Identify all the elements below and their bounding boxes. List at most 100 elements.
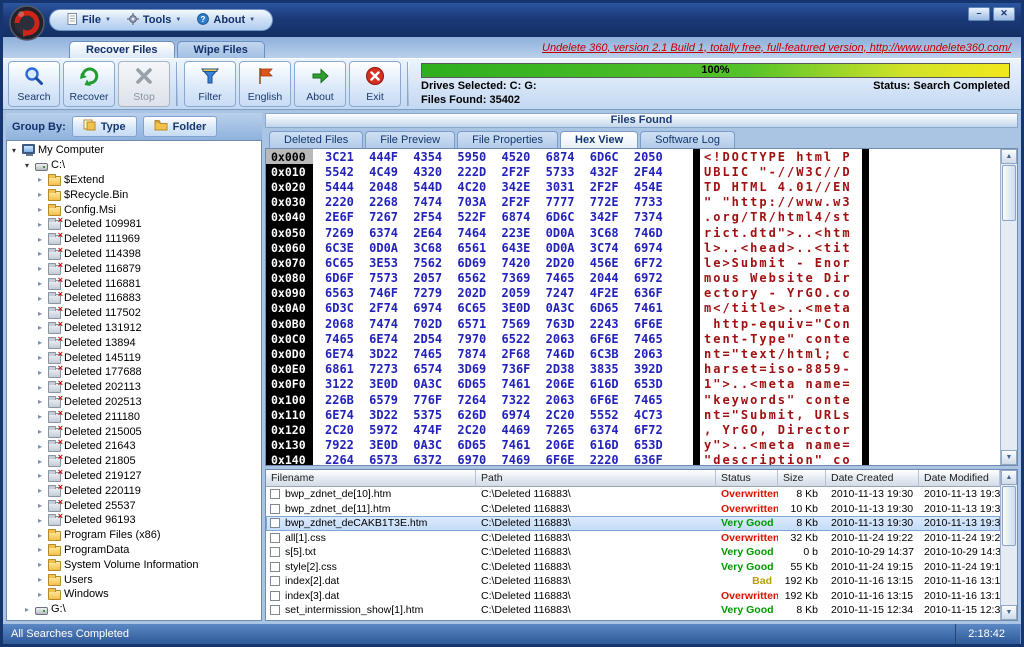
tree-item[interactable]: ▸ × Deleted 202513: [7, 395, 261, 410]
tab-hex-view[interactable]: Hex View: [560, 131, 638, 148]
table-row[interactable]: set_intermission_show[1].htm C:\Deleted …: [266, 603, 1000, 618]
table-row[interactable]: index[3].dat C:\Deleted 116883\ Overwrit…: [266, 589, 1000, 604]
tree-item[interactable]: ▸ $Recycle.Bin: [7, 187, 261, 202]
col-filename[interactable]: Filename: [266, 470, 476, 487]
tree-expander-icon[interactable]: ▸: [35, 220, 45, 229]
table-row[interactable]: bwp_zdnet_de[11].htm C:\Deleted 116883\ …: [266, 502, 1000, 517]
tree-item[interactable]: ▸ × Deleted 202113: [7, 380, 261, 395]
tree-expander-icon[interactable]: ▸: [35, 353, 45, 362]
menu-about[interactable]: ? About ▼: [190, 12, 262, 29]
tree-expander-icon[interactable]: ▸: [35, 442, 45, 451]
language-button[interactable]: English: [239, 61, 291, 107]
group-by-folder-button[interactable]: Folder: [143, 116, 218, 137]
table-row[interactable]: s[5].txt C:\Deleted 116883\ Very Good 0 …: [266, 545, 1000, 560]
tree-expander-icon[interactable]: ▸: [35, 397, 45, 406]
tree-item[interactable]: ▸ ProgramData: [7, 543, 261, 558]
close-button[interactable]: ✕: [993, 7, 1015, 21]
version-link[interactable]: Undelete 360, version 2.1 Build 1, total…: [542, 42, 1021, 54]
tree-expander-icon[interactable]: ▸: [35, 175, 45, 184]
folder-tree[interactable]: ▾ My Computer ▾ C:\ ▸ $Extend ▸ $Recycle…: [6, 140, 262, 621]
menu-tools[interactable]: Tools ▼: [120, 12, 188, 29]
tab-software-log[interactable]: Software Log: [640, 131, 735, 148]
tree-item[interactable]: ▸ Users: [7, 572, 261, 587]
table-row[interactable]: bwp_zdnet_deCAKB1T3E.htm C:\Deleted 1168…: [266, 516, 1000, 531]
row-checkbox[interactable]: [270, 489, 280, 499]
tree-item[interactable]: ▸ × Deleted 21805: [7, 454, 261, 469]
tree-expander-icon[interactable]: ▸: [35, 471, 45, 480]
tree-item[interactable]: ▸ × Deleted 145119: [7, 350, 261, 365]
tree-expander-icon[interactable]: ▸: [35, 560, 45, 569]
tree-expander-icon[interactable]: ▸: [35, 264, 45, 273]
table-scrollbar[interactable]: ▲ ▼: [1000, 470, 1017, 620]
tree-item[interactable]: ▸ System Volume Information: [7, 557, 261, 572]
tab-recover-files[interactable]: Recover Files: [69, 41, 175, 58]
tree-item[interactable]: ▸ × Deleted 13894: [7, 335, 261, 350]
tree-expander-icon[interactable]: ▸: [35, 294, 45, 303]
tree-item[interactable]: ▸ Windows: [7, 587, 261, 602]
row-checkbox[interactable]: [270, 518, 280, 528]
col-size[interactable]: Size: [778, 470, 826, 487]
tree-item[interactable]: ▸ × Deleted 109981: [7, 217, 261, 232]
tree-expander-icon[interactable]: ▸: [35, 205, 45, 214]
tab-file-properties[interactable]: File Properties: [457, 131, 558, 148]
tree-item[interactable]: ▸ × Deleted 116883: [7, 291, 261, 306]
row-checkbox[interactable]: [270, 562, 280, 572]
tree-item[interactable]: ▸ × Deleted 21643: [7, 439, 261, 454]
tree-item[interactable]: ▾ My Computer: [7, 143, 261, 158]
tree-expander-icon[interactable]: ▸: [35, 590, 45, 599]
tree-item[interactable]: ▸ × Deleted 131912: [7, 321, 261, 336]
tree-expander-icon[interactable]: ▸: [35, 368, 45, 377]
scroll-down-icon[interactable]: ▼: [1001, 450, 1017, 465]
table-row[interactable]: all[1].css C:\Deleted 116883\ Overwritte…: [266, 531, 1000, 546]
scrollbar-track[interactable]: [1001, 547, 1017, 605]
menu-file[interactable]: File ▼: [60, 12, 118, 29]
table-row[interactable]: bwp_zdnet_de[10].htm C:\Deleted 116883\ …: [266, 487, 1000, 502]
col-date-created[interactable]: Date Created: [826, 470, 919, 487]
tree-expander-icon[interactable]: ▸: [35, 190, 45, 199]
tree-item[interactable]: ▸ × Deleted 219127: [7, 469, 261, 484]
tree-item[interactable]: ▸ × Deleted 116881: [7, 276, 261, 291]
minimize-button[interactable]: –: [968, 7, 990, 21]
stop-button[interactable]: Stop: [118, 61, 170, 107]
tree-expander-icon[interactable]: ▸: [35, 545, 45, 554]
row-checkbox[interactable]: [270, 547, 280, 557]
tree-expander-icon[interactable]: ▸: [35, 575, 45, 584]
tree-expander-icon[interactable]: ▸: [22, 605, 32, 614]
tree-expander-icon[interactable]: ▾: [9, 146, 19, 155]
tree-expander-icon[interactable]: ▸: [35, 235, 45, 244]
col-date-modified[interactable]: Date Modified: [919, 470, 1000, 487]
scroll-up-icon[interactable]: ▲: [1001, 470, 1017, 485]
tree-item[interactable]: ▸ Program Files (x86): [7, 528, 261, 543]
tree-item[interactable]: ▸ × Deleted 215005: [7, 424, 261, 439]
scrollbar-track[interactable]: [1001, 222, 1017, 450]
tab-file-preview[interactable]: File Preview: [365, 131, 455, 148]
hex-view[interactable]: 0x000 3C21 444F 4354 5950 4520 6874 6D6C…: [265, 148, 1018, 466]
scroll-down-icon[interactable]: ▼: [1001, 605, 1017, 620]
row-checkbox[interactable]: [270, 576, 280, 586]
row-checkbox[interactable]: [270, 504, 280, 514]
group-by-type-button[interactable]: Type: [72, 116, 137, 137]
col-status[interactable]: Status: [716, 470, 778, 487]
filter-button[interactable]: Filter: [184, 61, 236, 107]
row-checkbox[interactable]: [270, 605, 280, 615]
tree-item[interactable]: ▸ × Deleted 96193: [7, 513, 261, 528]
row-checkbox[interactable]: [270, 591, 280, 601]
tree-expander-icon[interactable]: ▸: [35, 531, 45, 540]
recover-button[interactable]: Recover: [63, 61, 115, 107]
tree-expander-icon[interactable]: ▸: [35, 383, 45, 392]
scrollbar-thumb[interactable]: [1002, 165, 1016, 221]
tab-wipe-files[interactable]: Wipe Files: [177, 41, 265, 58]
tree-item[interactable]: ▸ × Deleted 220119: [7, 483, 261, 498]
tree-item[interactable]: ▸ × Deleted 116879: [7, 261, 261, 276]
tree-item[interactable]: ▸ × Deleted 114398: [7, 247, 261, 262]
tree-item[interactable]: ▸ × Deleted 177688: [7, 365, 261, 380]
tree-item[interactable]: ▸ G:\: [7, 602, 261, 617]
tree-expander-icon[interactable]: ▸: [35, 279, 45, 288]
tree-item[interactable]: ▸ × Deleted 117502: [7, 306, 261, 321]
table-row[interactable]: index[2].dat C:\Deleted 116883\ Bad 192 …: [266, 574, 1000, 589]
search-button[interactable]: Search: [8, 61, 60, 107]
tab-deleted-files[interactable]: Deleted Files: [269, 131, 363, 148]
tree-expander-icon[interactable]: ▾: [22, 161, 32, 170]
tree-expander-icon[interactable]: ▸: [35, 486, 45, 495]
tree-item[interactable]: ▸ × Deleted 25537: [7, 498, 261, 513]
